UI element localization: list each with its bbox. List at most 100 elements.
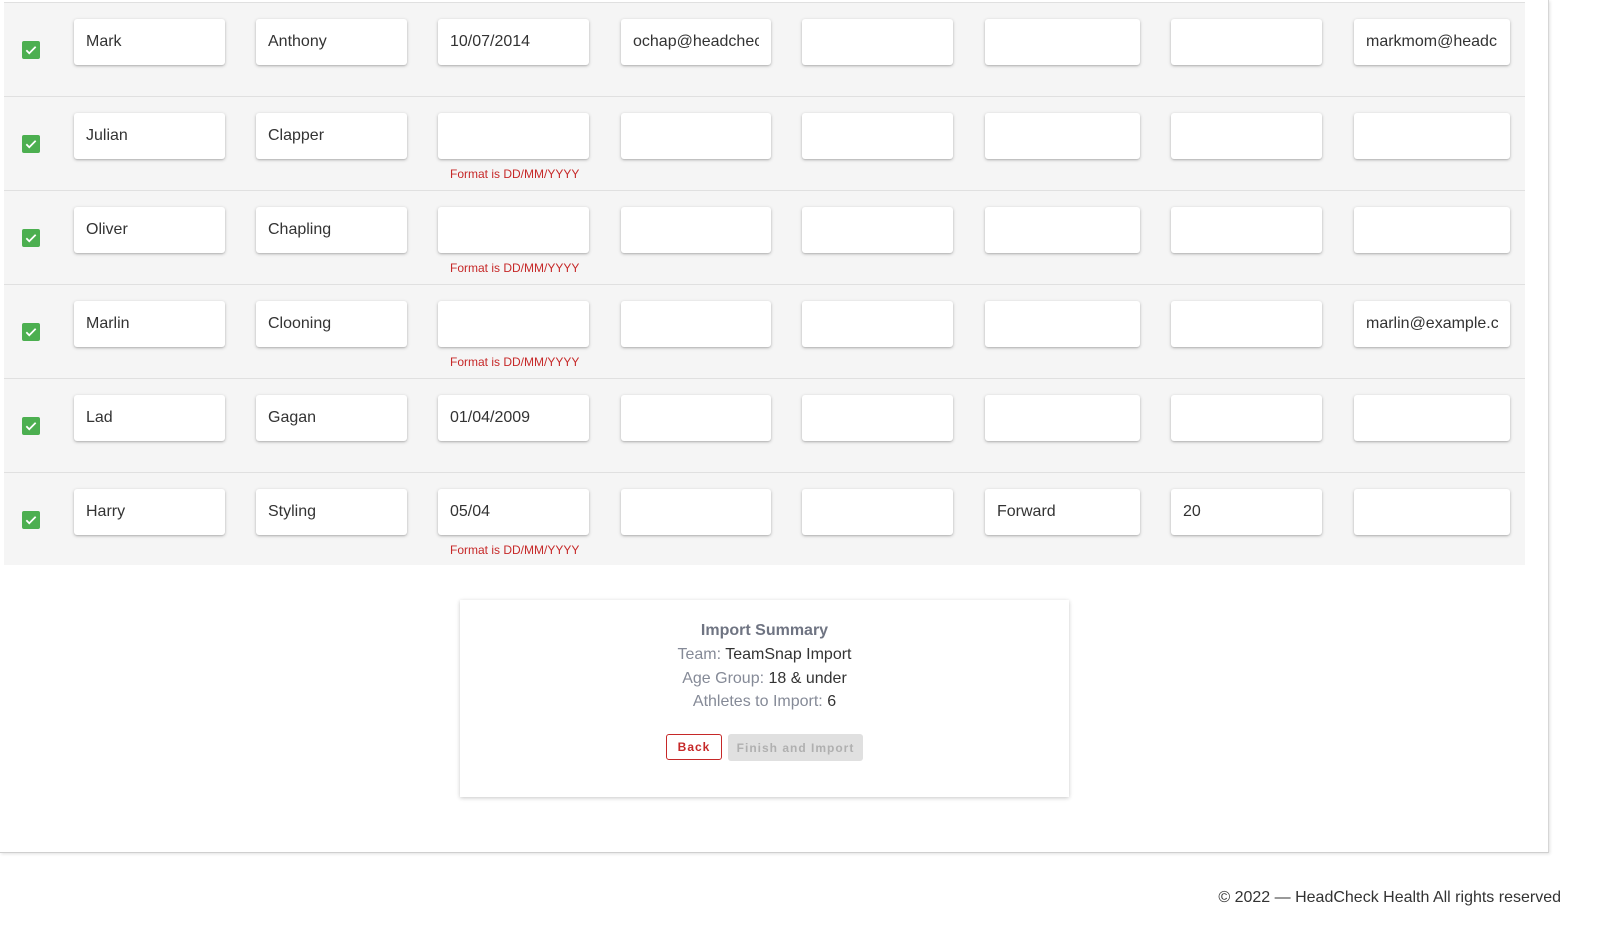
last-name-field[interactable]: [256, 19, 407, 65]
athlete-row: Format is DD/MM/YYYY: [4, 472, 1525, 565]
guardian-email-field[interactable]: [1354, 207, 1510, 253]
date-of-birth-field-wrapper: [438, 113, 589, 159]
select-athlete-checkbox[interactable]: [22, 135, 40, 153]
position-field[interactable]: [985, 207, 1140, 253]
select-athlete-checkbox[interactable]: [22, 417, 40, 435]
column-5-field[interactable]: [802, 395, 953, 441]
first-name-field[interactable]: [74, 19, 225, 65]
select-athlete-checkbox[interactable]: [22, 229, 40, 247]
first-name-field-wrapper: [74, 395, 225, 441]
athlete-row: Format is DD/MM/YYYY: [4, 96, 1525, 190]
guardian-email-field-wrapper: [1354, 489, 1510, 535]
footer-copyright: © 2022 — HeadCheck Health All rights res…: [1218, 889, 1561, 906]
column-5-field-wrapper: [802, 395, 953, 441]
first-name-field[interactable]: [74, 395, 225, 441]
last-name-field[interactable]: [256, 113, 407, 159]
date-of-birth-field[interactable]: [438, 395, 589, 441]
guardian-email-field[interactable]: [1354, 489, 1510, 535]
last-name-field[interactable]: [256, 489, 407, 535]
last-name-field[interactable]: [256, 301, 407, 347]
athlete-row: [4, 378, 1525, 472]
first-name-field[interactable]: [74, 489, 225, 535]
number-field[interactable]: [1171, 301, 1322, 347]
column-5-field[interactable]: [802, 19, 953, 65]
guardian-email-field[interactable]: [1354, 19, 1510, 65]
email-field[interactable]: [621, 395, 771, 441]
position-field-wrapper: [985, 301, 1140, 347]
email-field[interactable]: [621, 301, 771, 347]
email-field-wrapper: [621, 395, 771, 441]
guardian-email-field[interactable]: [1354, 395, 1510, 441]
guardian-email-field[interactable]: [1354, 113, 1510, 159]
number-field[interactable]: [1171, 19, 1322, 65]
date-of-birth-field-wrapper: [438, 207, 589, 253]
date-of-birth-field-wrapper: [438, 301, 589, 347]
select-athlete-checkbox[interactable]: [22, 41, 40, 59]
date-of-birth-field[interactable]: [438, 19, 589, 65]
last-name-field[interactable]: [256, 207, 407, 253]
position-field-wrapper: [985, 19, 1140, 65]
column-5-field[interactable]: [802, 207, 953, 253]
last-name-field-wrapper: [256, 19, 407, 65]
position-field[interactable]: [985, 395, 1140, 441]
last-name-field-wrapper: [256, 301, 407, 347]
date-of-birth-field[interactable]: [438, 301, 589, 347]
check-icon: [25, 46, 37, 55]
select-athlete-checkbox[interactable]: [22, 323, 40, 341]
first-name-field[interactable]: [74, 207, 225, 253]
position-field-wrapper: [985, 489, 1140, 535]
email-field[interactable]: [621, 489, 771, 535]
first-name-field-wrapper: [74, 301, 225, 347]
position-field[interactable]: [985, 113, 1140, 159]
finish-and-import-button[interactable]: Finish and Import: [728, 734, 863, 761]
guardian-email-field-wrapper: [1354, 207, 1510, 253]
first-name-field[interactable]: [74, 113, 225, 159]
team-value: TeamSnap Import: [725, 646, 852, 663]
number-field-wrapper: [1171, 489, 1322, 535]
number-field[interactable]: [1171, 113, 1322, 159]
number-field[interactable]: [1171, 207, 1322, 253]
number-field[interactable]: [1171, 395, 1322, 441]
last-name-field-wrapper: [256, 395, 407, 441]
last-name-field-wrapper: [256, 489, 407, 535]
position-field[interactable]: [985, 489, 1140, 535]
athletes-label: Athletes to Import:: [692, 693, 823, 710]
athlete-row: Format is DD/MM/YYYY: [4, 190, 1525, 284]
position-field-wrapper: [985, 207, 1140, 253]
email-field[interactable]: [621, 207, 771, 253]
column-5-field-wrapper: [802, 301, 953, 347]
guardian-email-field-wrapper: [1354, 301, 1510, 347]
check-icon: [25, 516, 37, 525]
date-of-birth-field[interactable]: [438, 207, 589, 253]
number-field-wrapper: [1171, 207, 1322, 253]
last-name-field[interactable]: [256, 395, 407, 441]
check-icon: [25, 328, 37, 337]
column-5-field[interactable]: [802, 113, 953, 159]
position-field[interactable]: [985, 301, 1140, 347]
column-5-field[interactable]: [802, 301, 953, 347]
first-name-field-wrapper: [74, 489, 225, 535]
guardian-email-field-wrapper: [1354, 113, 1510, 159]
summary-title: Import Summary: [700, 622, 829, 639]
position-field[interactable]: [985, 19, 1140, 65]
number-field[interactable]: [1171, 489, 1322, 535]
check-icon: [25, 234, 37, 243]
select-athlete-checkbox[interactable]: [22, 511, 40, 529]
number-field-wrapper: [1171, 301, 1322, 347]
back-button[interactable]: Back: [666, 734, 722, 760]
date-of-birth-field[interactable]: [438, 113, 589, 159]
number-field-wrapper: [1171, 19, 1322, 65]
last-name-field-wrapper: [256, 113, 407, 159]
email-field-wrapper: [621, 113, 771, 159]
column-5-field[interactable]: [802, 489, 953, 535]
email-field[interactable]: [621, 19, 771, 65]
first-name-field[interactable]: [74, 301, 225, 347]
column-5-field-wrapper: [802, 113, 953, 159]
email-field[interactable]: [621, 113, 771, 159]
date-of-birth-field-wrapper: [438, 489, 589, 535]
date-of-birth-field[interactable]: [438, 489, 589, 535]
email-field-wrapper: [621, 19, 771, 65]
guardian-email-field[interactable]: [1354, 301, 1510, 347]
column-5-field-wrapper: [802, 489, 953, 535]
date-format-error: Format is DD/MM/YYYY: [450, 355, 580, 369]
